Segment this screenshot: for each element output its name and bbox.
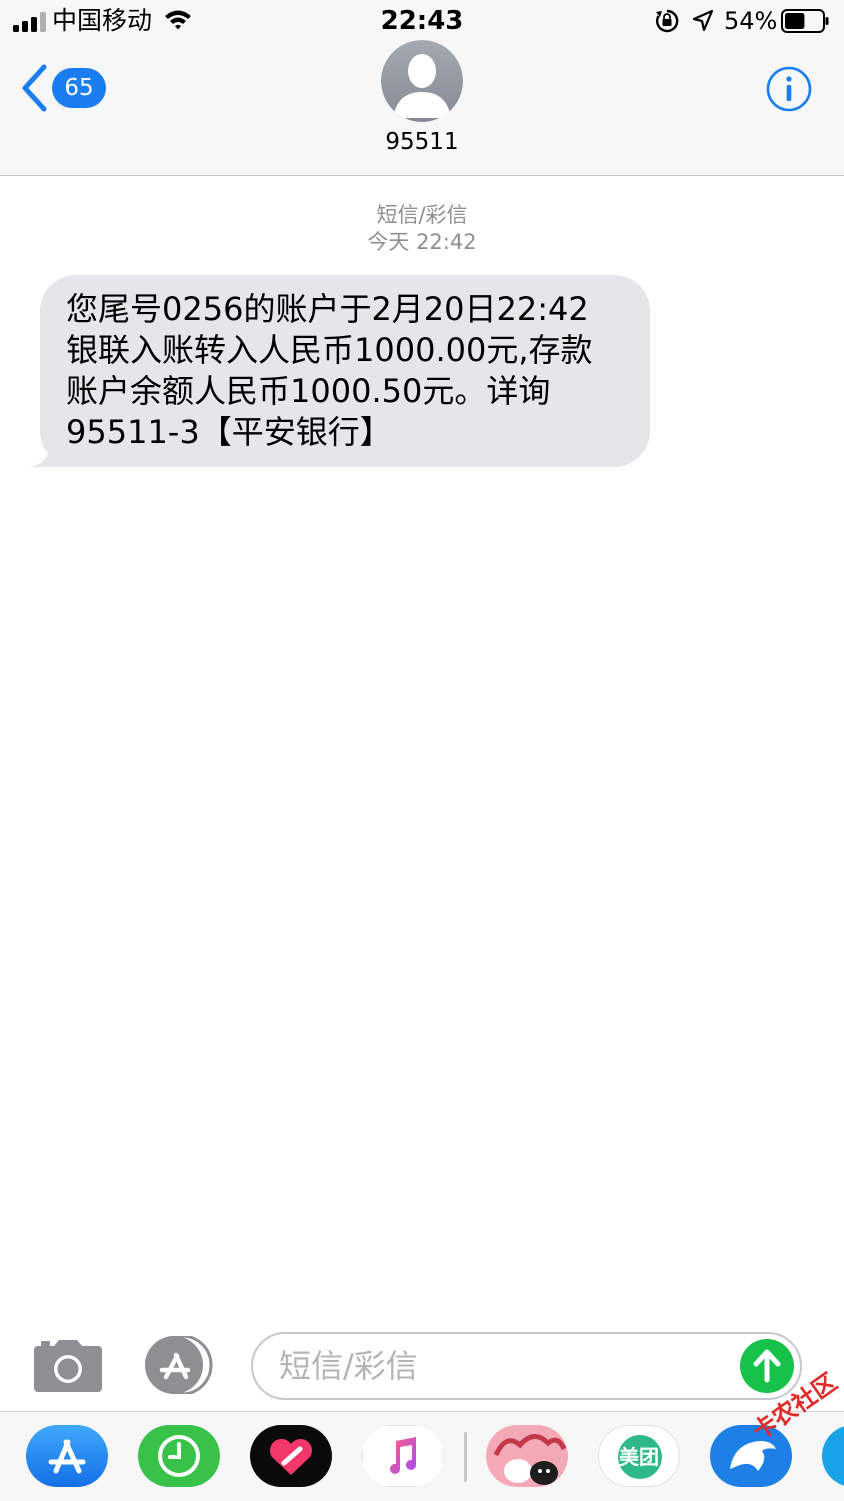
location-icon — [692, 9, 714, 32]
heart-app-icon[interactable] — [250, 1425, 332, 1487]
incoming-message-bubble[interactable]: 您尾号0256的账户于2月20日22:42 银联入账转入人民币1000.00元,… — [40, 275, 650, 467]
app-store-glyph — [26, 1425, 108, 1487]
message-type-label: 短信/彩信 — [376, 203, 468, 227]
meituan-icon[interactable]: 美团 — [598, 1425, 680, 1487]
conversation-meta: 短信/彩信 今天 22:42 — [0, 202, 844, 256]
status-bar: 中国移动 22:43 54% — [0, 0, 844, 44]
message-row: 您尾号0256的账户于2月20日22:42 银联入账转入人民币1000.00元,… — [28, 275, 650, 467]
avatar[interactable] — [381, 40, 463, 122]
contact-name: 95511 — [385, 129, 459, 155]
music-glyph — [362, 1425, 444, 1487]
status-time: 22:43 — [380, 6, 464, 36]
clock-app-icon[interactable] — [138, 1425, 220, 1487]
arrow-up-icon — [753, 1349, 781, 1383]
music-icon[interactable] — [362, 1425, 444, 1487]
person-icon — [381, 40, 463, 122]
camera-button[interactable] — [34, 1340, 102, 1392]
partial-app-icon[interactable] — [822, 1425, 844, 1487]
sticker-glyph — [486, 1425, 568, 1487]
send-button[interactable] — [740, 1339, 794, 1393]
heart-glyph — [250, 1425, 332, 1487]
info-button[interactable] — [765, 65, 813, 113]
message-timestamp: 今天 22:42 — [367, 230, 477, 254]
app-store-icon[interactable] — [26, 1425, 108, 1487]
drawer-divider — [464, 1432, 467, 1482]
message-input[interactable]: 短信/彩信 — [251, 1332, 802, 1400]
clock-glyph — [138, 1425, 220, 1487]
meituan-label: 美团 — [619, 1445, 659, 1469]
battery-percent: 54% — [724, 7, 778, 35]
app-store-button[interactable] — [142, 1336, 218, 1394]
orientation-lock-icon — [655, 9, 679, 33]
contact-header[interactable]: 95511 — [0, 40, 844, 157]
partial-app-glyph — [822, 1425, 844, 1487]
message-input-placeholder: 短信/彩信 — [279, 1347, 418, 1385]
sticker-app-icon[interactable] — [486, 1425, 568, 1487]
battery-icon — [781, 9, 829, 33]
app-drawer: 美团 — [0, 1411, 844, 1501]
